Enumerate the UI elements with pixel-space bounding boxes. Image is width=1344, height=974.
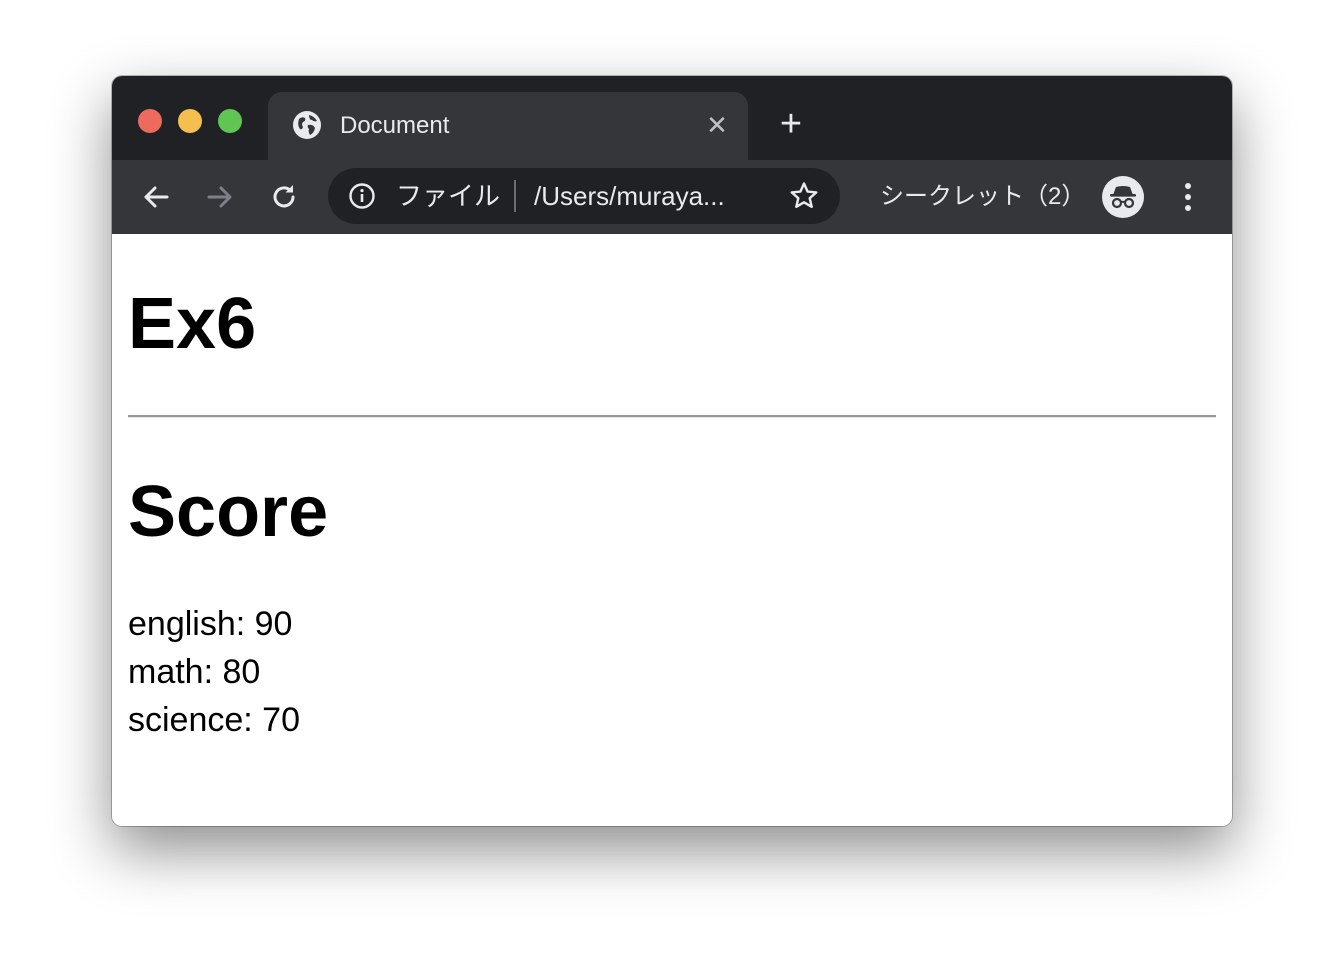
info-icon[interactable] <box>348 182 376 210</box>
close-window-button[interactable] <box>138 109 162 133</box>
score-heading: Score <box>128 472 329 552</box>
tab-close-icon[interactable]: ✕ <box>704 112 730 138</box>
forward-arrow-icon[interactable] <box>202 179 238 215</box>
page-title: Ex6 <box>128 284 257 364</box>
tab-document[interactable]: Document ✕ <box>268 92 748 160</box>
address-scheme-label: ファイル <box>396 181 501 211</box>
kebab-menu-icon[interactable] <box>1174 178 1202 216</box>
minimize-window-button[interactable] <box>178 109 202 133</box>
tab-title: Document <box>340 112 450 139</box>
browser-toolbar: ファイル /Users/muraya... シークレット（2） <box>112 160 1232 234</box>
incognito-label[interactable]: シークレット（2） <box>880 182 1085 212</box>
new-tab-button[interactable]: + <box>774 105 808 143</box>
browser-window: Document ✕ + ファイル /Users/muraya... シークレッ… <box>112 76 1232 826</box>
zoom-window-button[interactable] <box>218 109 242 133</box>
reload-icon[interactable] <box>266 179 302 215</box>
back-arrow-icon[interactable] <box>138 179 174 215</box>
score-line-science: science: 70 <box>128 701 300 739</box>
bookmark-star-icon[interactable] <box>788 180 820 212</box>
incognito-icon[interactable] <box>1102 176 1144 218</box>
horizontal-rule <box>128 415 1216 418</box>
address-bar[interactable]: ファイル /Users/muraya... <box>328 168 840 224</box>
globe-icon <box>292 110 322 140</box>
address-url[interactable]: /Users/muraya... <box>534 181 764 211</box>
score-line-math: math: 80 <box>128 653 261 691</box>
score-line-english: english: 90 <box>128 605 293 643</box>
page-content: Ex6 Score english: 90 math: 80 science: … <box>112 234 1232 826</box>
tab-strip: Document ✕ + <box>112 76 1232 160</box>
address-divider <box>514 180 516 212</box>
